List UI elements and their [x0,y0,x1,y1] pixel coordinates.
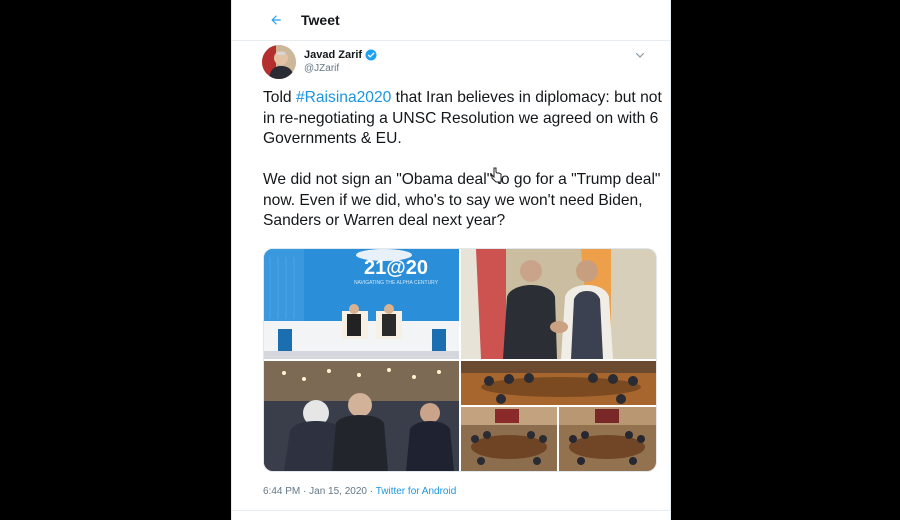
tweet-date[interactable]: Jan 15, 2020 [309,486,367,497]
tweet-source-link[interactable]: Twitter for Android [376,486,457,497]
meta-separator: · [366,486,376,497]
photo-meeting-table-2[interactable] [461,407,557,471]
tweet-meta: 6:44 PM · Jan 15, 2020 · Twitter for And… [263,486,456,497]
photo-meeting-table-3[interactable] [559,407,656,471]
verified-badge-icon [365,49,377,61]
photo-handshake[interactable] [461,249,656,359]
avatar-image [262,45,296,79]
conference-sign: 21@20 [364,257,428,279]
conference-subtitle: NAVIGATING THE ALPHA CENTURY [353,280,439,286]
header-title: Tweet [301,12,340,28]
tweet-paragraph-2: We did not sign an "Obama deal" to go fo… [263,171,661,229]
avatar[interactable] [262,45,296,79]
tweet-panel: Tweet Javad Zarif @JZarif Told #Raisina2… [231,0,671,520]
meta-separator: · [300,486,310,497]
photo-conference-stage[interactable]: 21@20 NAVIGATING THE ALPHA CENTURY [264,249,459,359]
tweet-author: Javad Zarif @JZarif [262,45,652,83]
tweet-text: Told #Raisina2020 that Iran believes in … [263,88,663,232]
tweet-time[interactable]: 6:44 PM [263,486,300,497]
photo-summit-crowd[interactable] [264,361,459,471]
hashtag-link[interactable]: #Raisina2020 [296,89,391,106]
arrow-left-icon [271,15,281,25]
divider [232,510,670,511]
photo-meeting-table-1[interactable] [461,361,656,405]
cursor-icon [491,167,502,183]
author-name[interactable]: Javad Zarif [304,49,362,61]
tweet-media-grid: 21@20 NAVIGATING THE ALPHA CENTURY [263,248,657,472]
tweet-paragraph-1: Told #Raisina2020 that Iran believes in … [263,88,663,150]
chevron-down-icon[interactable] [634,49,646,61]
author-handle[interactable]: @JZarif [304,63,339,74]
back-button[interactable] [262,6,290,34]
tweet-text-segment: Told [263,89,296,106]
tweet-header: Tweet [232,0,670,41]
